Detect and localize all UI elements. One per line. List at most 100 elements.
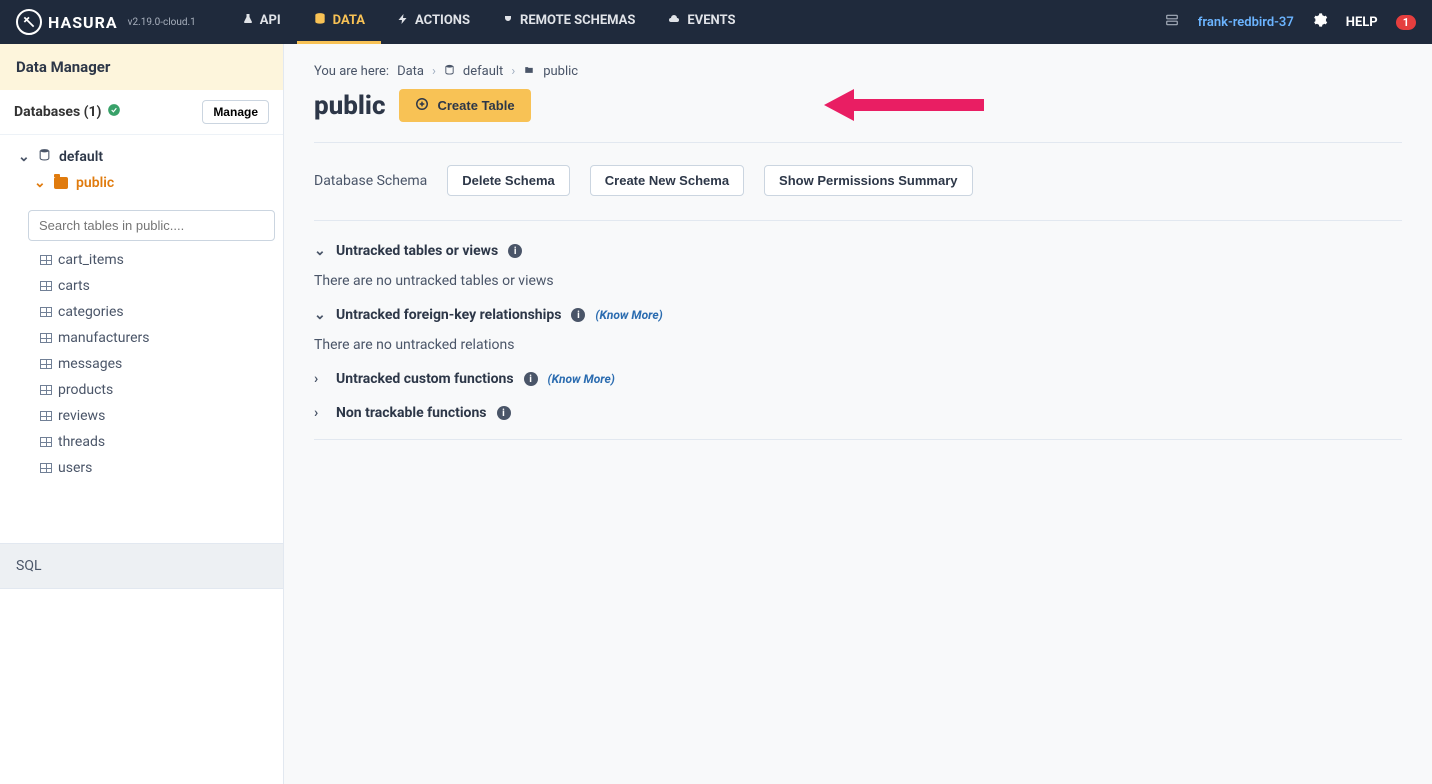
db-item-default[interactable]: ⌄ default [16, 143, 271, 170]
table-item[interactable]: categories [40, 299, 283, 325]
databases-label: Databases (1) [14, 104, 101, 120]
nav-events[interactable]: EVENTS [651, 0, 751, 44]
schema-name: public [76, 175, 114, 191]
create-schema-button[interactable]: Create New Schema [590, 165, 744, 196]
bolt-icon [397, 12, 409, 30]
table-item[interactable]: products [40, 377, 283, 403]
db-name: default [59, 149, 103, 165]
title-row: public Create Table [314, 89, 1402, 122]
database-icon [444, 64, 455, 79]
know-more-link[interactable]: (Know More) [595, 308, 662, 322]
manage-button[interactable]: Manage [202, 100, 269, 124]
empty-message: There are no untracked tables or views [314, 273, 1402, 289]
notification-count: 1 [1396, 15, 1416, 30]
breadcrumb-db[interactable]: default [463, 64, 503, 79]
nav-events-label: EVENTS [687, 13, 735, 28]
database-icon [313, 12, 327, 30]
schema-actions-row: Database Schema Delete Schema Create New… [314, 165, 1402, 196]
section-header-untracked-fk[interactable]: ⌄ Untracked foreign-key relationships i … [314, 307, 1402, 323]
empty-message: There are no untracked relations [314, 337, 1402, 353]
table-item[interactable]: messages [40, 351, 283, 377]
chevron-right-icon: › [511, 64, 515, 79]
chevron-right-icon: › [314, 405, 326, 421]
folder-icon [54, 177, 68, 189]
chevron-down-icon: ⌄ [34, 175, 46, 191]
create-table-button[interactable]: Create Table [399, 89, 530, 122]
section-header-non-trackable[interactable]: › Non trackable functions i [314, 405, 1402, 421]
table-item[interactable]: threads [40, 429, 283, 455]
database-icon [38, 148, 51, 165]
logo[interactable]: HASURA v2.19.0-cloud.1 [16, 9, 196, 35]
plug-icon [502, 12, 514, 30]
table-item[interactable]: carts [40, 273, 283, 299]
notification-bell[interactable]: 1 [1396, 14, 1416, 30]
server-icon [1164, 13, 1180, 31]
know-more-link[interactable]: (Know More) [548, 372, 615, 386]
help-link[interactable]: HELP [1346, 15, 1378, 30]
table-icon [40, 281, 52, 291]
flask-icon [242, 12, 254, 30]
main-content: You are here: Data › default › public pu… [284, 44, 1432, 784]
folder-icon [523, 64, 535, 79]
gear-icon[interactable] [1312, 12, 1328, 32]
product-name: HASURA [48, 13, 118, 32]
section-untracked-tables: ⌄ Untracked tables or views i There are … [314, 243, 1402, 289]
info-icon[interactable]: i [524, 372, 538, 386]
table-icon [40, 359, 52, 369]
section-untracked-fk: ⌄ Untracked foreign-key relationships i … [314, 307, 1402, 353]
nav-actions-label: ACTIONS [415, 13, 470, 28]
nav-remote-label: REMOTE SCHEMAS [520, 13, 635, 28]
chevron-right-icon: › [432, 64, 436, 79]
databases-header: Databases (1) Manage [0, 90, 283, 135]
table-search [28, 210, 275, 241]
nav-remote-schemas[interactable]: REMOTE SCHEMAS [486, 0, 651, 44]
info-icon[interactable]: i [497, 406, 511, 420]
info-icon[interactable]: i [508, 244, 522, 258]
breadcrumb: You are here: Data › default › public [314, 64, 1402, 79]
breadcrumb-prefix: You are here: [314, 64, 389, 79]
table-item[interactable]: manufacturers [40, 325, 283, 351]
divider [314, 220, 1402, 221]
version-label: v2.19.0-cloud.1 [128, 17, 196, 28]
chevron-right-icon: › [314, 371, 326, 387]
nav-actions[interactable]: ACTIONS [381, 0, 486, 44]
nav-data-label: DATA [333, 13, 365, 28]
nav-data[interactable]: DATA [297, 0, 381, 44]
cloud-icon [667, 13, 681, 29]
sidebar: Data Manager Databases (1) Manage ⌄ defa… [0, 44, 284, 784]
schema-item-public[interactable]: ⌄ public [16, 170, 271, 196]
info-icon[interactable]: i [571, 308, 585, 322]
divider [314, 142, 1402, 143]
section-header-untracked-functions[interactable]: › Untracked custom functions i (Know Mor… [314, 371, 1402, 387]
table-icon [40, 333, 52, 343]
table-icon [40, 307, 52, 317]
section-title: Untracked foreign-key relationships [336, 307, 561, 323]
divider [314, 439, 1402, 440]
table-icon [40, 385, 52, 395]
breadcrumb-root[interactable]: Data [397, 64, 424, 79]
delete-schema-button[interactable]: Delete Schema [447, 165, 570, 196]
section-title: Non trackable functions [336, 405, 487, 421]
search-input[interactable] [28, 210, 275, 241]
section-untracked-functions: › Untracked custom functions i (Know Mor… [314, 371, 1402, 387]
project-name[interactable]: frank-redbird-37 [1198, 15, 1294, 30]
sql-link[interactable]: SQL [0, 543, 283, 589]
table-item[interactable]: reviews [40, 403, 283, 429]
table-icon [40, 411, 52, 421]
nav-right: frank-redbird-37 HELP 1 [1164, 12, 1416, 32]
permissions-summary-button[interactable]: Show Permissions Summary [764, 165, 972, 196]
table-icon [40, 255, 52, 265]
annotation-arrow [824, 85, 984, 129]
section-header-untracked-tables[interactable]: ⌄ Untracked tables or views i [314, 243, 1402, 259]
table-item[interactable]: users [40, 455, 283, 481]
sidebar-title: Data Manager [0, 44, 283, 90]
section-non-trackable: › Non trackable functions i [314, 405, 1402, 421]
section-title: Untracked tables or views [336, 243, 498, 259]
table-icon [40, 463, 52, 473]
nav-api[interactable]: API [226, 0, 297, 44]
breadcrumb-schema: public [543, 64, 578, 79]
chevron-down-icon: ⌄ [18, 149, 30, 165]
nav-tabs: API DATA ACTIONS REMOTE SCHEMAS EVENTS [226, 0, 752, 44]
table-item[interactable]: cart_items [40, 247, 283, 273]
page-title: public [314, 91, 385, 121]
